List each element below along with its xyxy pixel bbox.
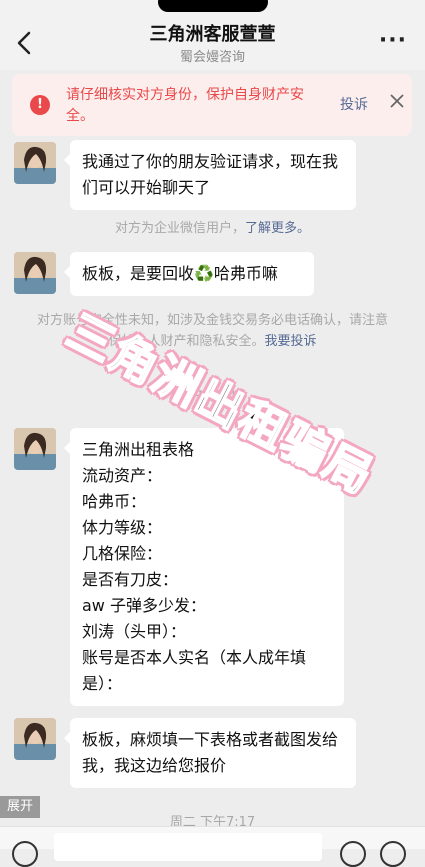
message-bubble[interactable]: 板板，是要回收♻️哈弗币嘛 — [64, 252, 314, 296]
avatar[interactable] — [14, 718, 56, 760]
dynamic-island — [158, 0, 268, 12]
report-link[interactable]: 投诉 — [340, 94, 368, 114]
message-bubble[interactable]: 板板，麻烦填一下表格或者截图发给我，我这边给您报价 — [64, 718, 356, 788]
form-line: 刘涛（头甲）： — [82, 622, 187, 641]
chat-subtitle: 蜀会嫚咨询 — [179, 50, 245, 65]
enterprise-notice: 对方为企业微信用户，了解更多。 — [0, 218, 425, 239]
form-line: 体力等级： — [82, 518, 163, 537]
more-options-icon[interactable]: ··· — [379, 28, 407, 53]
security-warning-banner: ! 请仔细核实对方身份，保护自身财产安全。 投诉 — [12, 74, 412, 136]
status-bar — [0, 0, 425, 14]
enterprise-notice-text: 对方为企业微信用户， — [114, 221, 245, 236]
input-bar — [0, 826, 425, 867]
form-line: aw 子弹多少发： — [82, 596, 206, 615]
avatar-photo-icon — [14, 428, 56, 470]
avatar-photo-icon — [14, 718, 56, 760]
message-input[interactable] — [54, 833, 322, 861]
safety-notice-text: 对方账号安全性未知，如涉及金钱交易务必电话确认，请注意保护个人财产和隐私安全。 — [36, 313, 388, 349]
message-text: 板板，是要回收♻️哈弗币嘛 — [82, 264, 278, 283]
avatar[interactable] — [14, 142, 56, 184]
close-icon[interactable] — [388, 92, 406, 110]
form-line: 账号是否本人实名（本人成年填是）： — [82, 648, 307, 693]
form-line: 三角洲出租表格 — [82, 440, 195, 459]
message-text: 板板，麻烦填一下表格或者截图发给我，我这边给您报价 — [82, 730, 339, 775]
form-message-bubble[interactable]: 三角洲出租表格 流动资产： 哈弗币： 体力等级： 几格保险： 是否有刀皮： aw… — [64, 428, 344, 706]
message-text: 我通过了你的朋友验证请求，现在我们可以开始聊天了 — [82, 152, 339, 197]
chat-header: 三角洲客服萱萱 蜀会嫚咨询 ··· — [0, 14, 425, 70]
emoji-icon[interactable] — [340, 841, 366, 867]
form-line: 哈弗币： — [82, 492, 147, 511]
message-bubble[interactable]: 我通过了你的朋友验证请求，现在我们可以开始聊天了 — [64, 140, 356, 210]
chat-title: 三角洲客服萱萱 — [149, 24, 276, 45]
expand-button[interactable]: 展开 — [0, 796, 40, 818]
form-line: 是否有刀皮： — [82, 570, 179, 589]
avatar[interactable] — [14, 252, 56, 294]
form-line: 几格保险： — [82, 544, 163, 563]
avatar[interactable] — [14, 428, 56, 470]
add-icon[interactable] — [380, 841, 406, 867]
safety-notice: 对方账号安全性未知，如涉及金钱交易务必电话确认，请注意保护个人财产和隐私安全。我… — [0, 310, 425, 352]
voice-icon[interactable] — [12, 841, 38, 867]
avatar-photo-icon — [14, 142, 56, 184]
avatar-photo-icon — [14, 252, 56, 294]
form-line: 流动资产： — [82, 466, 163, 485]
learn-more-link[interactable]: 了解更多。 — [245, 221, 310, 236]
alert-icon: ! — [30, 95, 50, 115]
timestamp: 下午10:43 — [180, 389, 245, 404]
report-link[interactable]: 我要投诉 — [265, 334, 317, 349]
warning-text: 请仔细核实对方身份，保护自身财产安全。 — [66, 87, 304, 124]
